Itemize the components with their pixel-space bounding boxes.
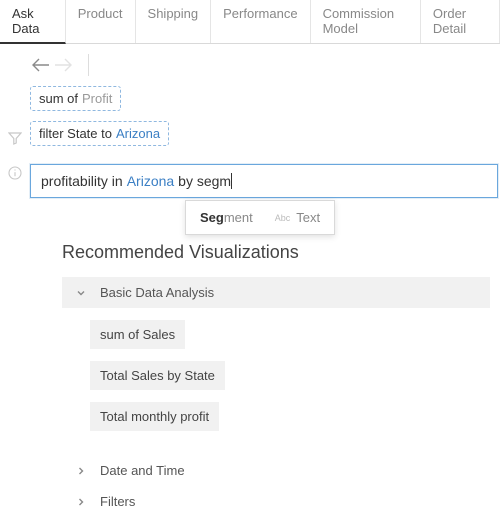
forward-button[interactable] bbox=[52, 54, 74, 76]
tab-order-detail[interactable]: Order Detail bbox=[421, 0, 500, 43]
chip-filter-prefix: filter State to bbox=[39, 126, 112, 141]
text-caret bbox=[231, 173, 232, 189]
filter-icon bbox=[8, 131, 22, 145]
chevron-right-icon bbox=[72, 466, 90, 476]
section-title: Recommended Visualizations bbox=[62, 242, 490, 263]
nav-row bbox=[0, 44, 500, 86]
rec-item-total-monthly-profit[interactable]: Total monthly profit bbox=[90, 402, 219, 431]
group-date-and-time[interactable]: Date and Time bbox=[62, 455, 490, 486]
group-filters[interactable]: Filters bbox=[62, 486, 490, 517]
separator bbox=[88, 54, 89, 76]
group-label: Filters bbox=[100, 494, 135, 509]
suggest-option-segment[interactable]: Segment bbox=[200, 210, 253, 225]
tab-performance[interactable]: Performance bbox=[211, 0, 310, 43]
back-button[interactable] bbox=[30, 54, 52, 76]
tab-shipping[interactable]: Shipping bbox=[136, 0, 212, 43]
query-input[interactable]: profitability in Arizona by segm Segment… bbox=[30, 164, 498, 198]
group-label: Date and Time bbox=[100, 463, 185, 478]
suggest-type: Abc Text bbox=[275, 210, 320, 225]
chevron-right-icon bbox=[72, 497, 90, 507]
rec-item-total-sales-state[interactable]: Total Sales by State bbox=[90, 361, 225, 390]
arrow-right-icon bbox=[54, 58, 72, 72]
group-label: Basic Data Analysis bbox=[100, 285, 214, 300]
query-pre: profitability in bbox=[41, 173, 123, 189]
chevron-down-icon bbox=[72, 288, 90, 298]
chip-filter-arizona[interactable]: filter State to Arizona bbox=[30, 121, 169, 146]
group-basic-data-analysis[interactable]: Basic Data Analysis bbox=[62, 277, 490, 308]
tab-product[interactable]: Product bbox=[66, 0, 136, 43]
tab-commission-model[interactable]: Commission Model bbox=[311, 0, 421, 43]
query-post: by segm bbox=[178, 173, 231, 189]
info-icon bbox=[8, 166, 22, 180]
tab-ask-data[interactable]: Ask Data bbox=[0, 0, 66, 44]
autocomplete-popup: Segment Abc Text bbox=[185, 200, 335, 235]
chip-filter-value: Arizona bbox=[116, 126, 160, 141]
query-highlight: Arizona bbox=[127, 173, 174, 189]
arrow-left-icon bbox=[32, 58, 50, 72]
basic-items: sum of Sales Total Sales by State Total … bbox=[62, 308, 490, 455]
abc-icon: Abc bbox=[275, 213, 291, 223]
chip-prefix: sum of bbox=[39, 91, 78, 106]
recommendations-section: Recommended Visualizations Basic Data An… bbox=[0, 198, 500, 517]
tab-bar: Ask Data Product Shipping Performance Co… bbox=[0, 0, 500, 44]
rec-item-sum-sales[interactable]: sum of Sales bbox=[90, 320, 185, 349]
suggest-type-label: Text bbox=[296, 210, 320, 225]
chip-sum-profit[interactable]: sum of Profit bbox=[30, 86, 121, 111]
chip-field: Profit bbox=[82, 91, 112, 106]
